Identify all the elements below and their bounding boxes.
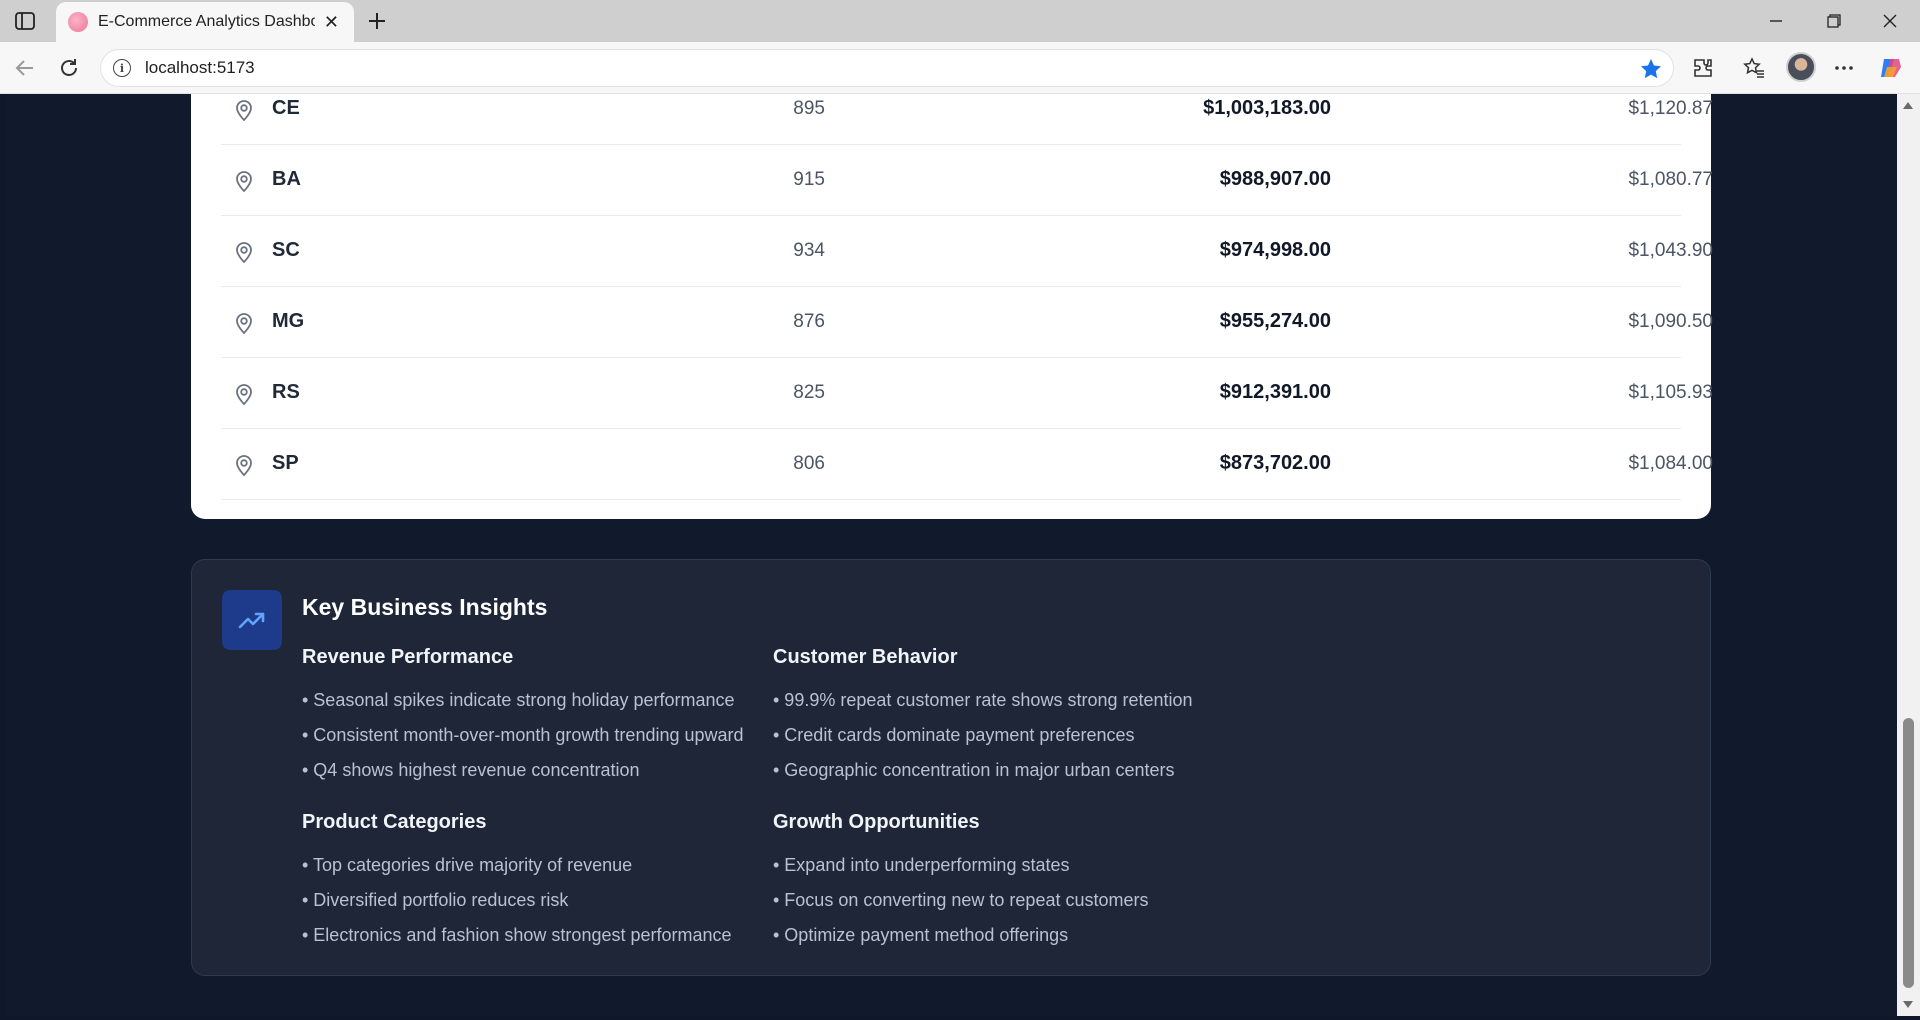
insight-section: Growth Opportunities • Expand into underp… (773, 811, 1243, 953)
insight-section-title: Product Categories (302, 811, 487, 833)
table-row: CE 895 $1,003,183.00 $1,120.87 (221, 94, 1713, 145)
avg-order-value: $1,120.87 (1628, 98, 1713, 119)
insight-item: • Q4 shows highest revenue concentration (302, 760, 640, 780)
revenue-value: $873,702.00 (1219, 452, 1331, 474)
site-info-icon[interactable]: i (113, 59, 131, 77)
insight-section-title: Revenue Performance (302, 646, 514, 668)
close-tab-icon[interactable]: ✕ (321, 11, 342, 33)
close-window-icon[interactable] (1870, 6, 1910, 36)
insights-title: Key Business Insights (302, 594, 548, 620)
state-performance-table: CE 895 $1,003,183.00 $1,120.87 BA 915 $988,907… (191, 94, 1713, 519)
insight-section-title: Customer Behavior (773, 646, 958, 668)
scroll-down-arrow-icon[interactable] (1903, 1001, 1913, 1008)
customer-count: 895 (793, 98, 825, 119)
insight-item: • Consistent month-over-month growth tre… (302, 725, 744, 745)
customer-count: 915 (793, 169, 825, 190)
map-pin-icon (233, 453, 255, 477)
more-options-icon[interactable] (1831, 55, 1857, 81)
scroll-up-arrow-icon[interactable] (1903, 102, 1913, 109)
insight-section: Customer Behavior • 99.9% repeat customer… (773, 646, 1243, 788)
insight-item: • Seasonal spikes indicate strong holida… (302, 690, 735, 710)
state-code: BA (272, 168, 301, 190)
back-icon[interactable] (12, 55, 38, 81)
new-tab-icon[interactable] (364, 8, 390, 34)
avg-order-value: $1,080.77 (1628, 169, 1713, 190)
state-code: MG (272, 310, 305, 332)
restore-icon[interactable] (1814, 6, 1854, 36)
insight-item: • Optimize payment method offerings (773, 925, 1069, 945)
insight-section: Revenue Performance • Seasonal spikes ind… (302, 646, 772, 788)
map-pin-icon (233, 382, 255, 406)
insight-item: • Diversified portfolio reduces risk (302, 890, 569, 910)
map-pin-icon (233, 169, 255, 193)
active-tab[interactable]: E-Commerce Analytics Dashboard ✕ (56, 2, 354, 42)
vertical-scrollbar[interactable] (1897, 94, 1920, 1016)
insight-section: Product Categories • Top categories drive… (302, 811, 772, 953)
revenue-value: $974,998.00 (1219, 239, 1331, 261)
tab-bar: E-Commerce Analytics Dashboard ✕ (0, 0, 1920, 42)
insight-item: • Credit cards dominate payment preferen… (773, 725, 1135, 745)
map-pin-icon (233, 311, 255, 335)
insights-card: Key Business Insights Revenue Performanc… (191, 559, 1711, 976)
revenue-value: $988,907.00 (1219, 168, 1331, 190)
insight-item: • Electronics and fashion show strongest… (302, 925, 732, 945)
insight-item: • Top categories drive majority of reven… (302, 855, 633, 875)
state-code: CE (272, 97, 300, 119)
bookmark-star-icon[interactable] (1639, 57, 1663, 81)
table-row: BA 915 $988,907.00 $1,080.77 (221, 145, 1713, 216)
url-text: localhost:5173 (145, 58, 255, 77)
state-code: SC (272, 239, 300, 261)
extensions-icon[interactable] (1690, 55, 1716, 81)
insight-item: • 99.9% repeat customer rate shows stron… (773, 690, 1193, 710)
copilot-icon[interactable] (1878, 55, 1904, 81)
avg-order-value: $1,090.50 (1628, 311, 1713, 332)
avg-order-value: $1,043.90 (1628, 240, 1713, 261)
trending-up-icon (222, 590, 282, 650)
insight-item: • Focus on converting new to repeat cust… (773, 890, 1149, 910)
insight-item: • Expand into underperforming states (773, 855, 1070, 875)
avg-order-value: $1,105.93 (1628, 382, 1713, 403)
table-row: RS 825 $912,391.00 $1,105.93 (221, 358, 1713, 429)
avg-order-value: $1,084.00 (1628, 453, 1713, 474)
minimize-icon[interactable] (1756, 6, 1796, 36)
reload-icon[interactable] (56, 55, 82, 81)
map-pin-icon (233, 98, 255, 122)
customer-count: 876 (793, 311, 825, 332)
scroll-thumb[interactable] (1903, 718, 1914, 988)
favorites-icon[interactable] (1741, 55, 1767, 81)
profile-avatar[interactable] (1786, 52, 1816, 82)
customer-count: 825 (793, 382, 825, 403)
table-row: MG 876 $955,274.00 $1,090.50 (221, 287, 1713, 358)
address-bar[interactable]: i localhost:5173 (100, 49, 1674, 87)
insight-section-title: Growth Opportunities (773, 811, 980, 833)
state-code: RS (272, 381, 300, 403)
revenue-value: $1,003,183.00 (1203, 97, 1331, 119)
browser-toolbar: i localhost:5173 (0, 42, 1920, 94)
map-pin-icon (233, 240, 255, 264)
customer-count: 806 (793, 453, 825, 474)
sidebar-toggle-icon[interactable] (14, 10, 36, 32)
insight-item: • Geographic concentration in major urba… (773, 760, 1175, 780)
page-viewport: CE 895 $1,003,183.00 $1,120.87 BA 915 $988,907… (5, 94, 1897, 1016)
customer-count: 934 (793, 240, 825, 261)
table-row: SP 806 $873,702.00 $1,084.00 (221, 429, 1713, 500)
table-row: SC 934 $974,998.00 $1,043.90 (221, 216, 1713, 287)
state-code: SP (272, 452, 299, 474)
revenue-value: $955,274.00 (1219, 310, 1331, 332)
brain-favicon-icon (68, 12, 88, 32)
revenue-value: $912,391.00 (1219, 381, 1331, 403)
tab-title: E-Commerce Analytics Dashboard (98, 13, 315, 30)
